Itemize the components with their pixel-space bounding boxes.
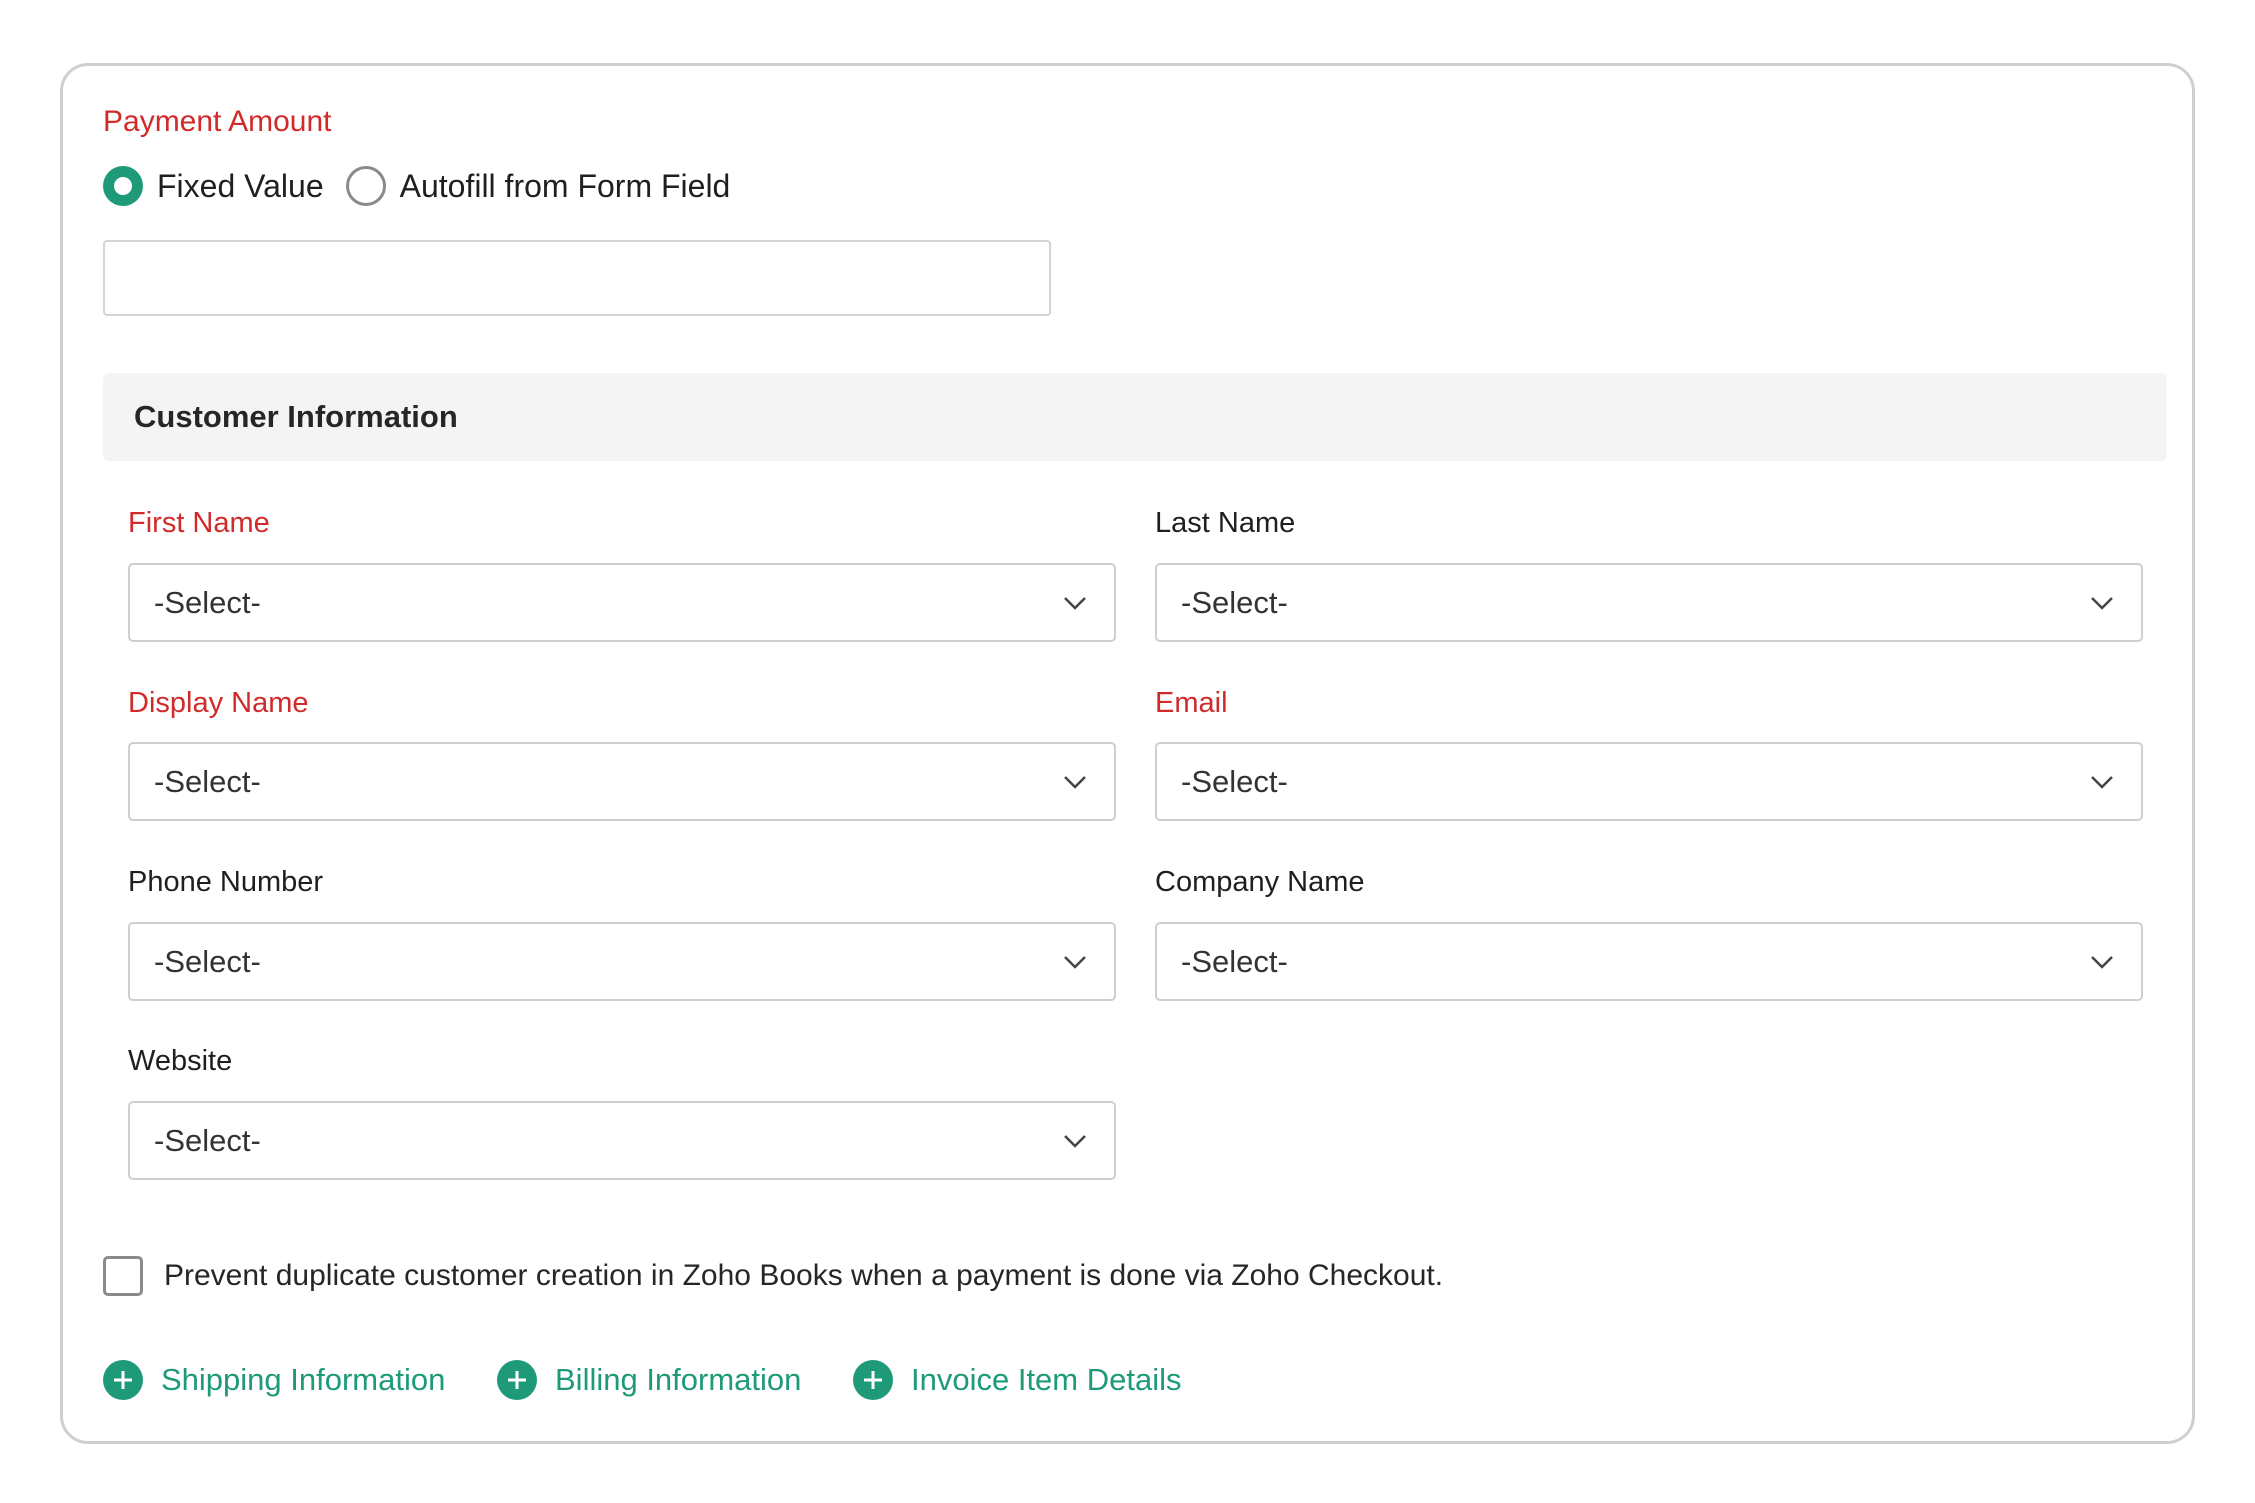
phone-number-select-value: -Select-	[154, 943, 261, 979]
chevron-down-icon	[2091, 775, 2113, 789]
company-name-select[interactable]: -Select-	[1155, 922, 2143, 1001]
add-billing-information-link[interactable]: Billing Information	[497, 1360, 801, 1400]
plus-circle-icon	[497, 1360, 537, 1400]
phone-number-select[interactable]: -Select-	[128, 922, 1116, 1001]
company-name-select-value: -Select-	[1181, 943, 1288, 979]
website-select-value: -Select-	[154, 1122, 261, 1158]
fixed-value-radio[interactable]	[103, 166, 143, 206]
chevron-down-icon	[2091, 955, 2113, 969]
first-name-label: First Name	[128, 507, 270, 539]
display-name-select[interactable]: -Select-	[128, 742, 1116, 821]
payment-amount-input[interactable]	[103, 240, 1051, 316]
fixed-value-label: Fixed Value	[157, 167, 324, 204]
email-select-value: -Select-	[1181, 763, 1288, 799]
last-name-select[interactable]: -Select-	[1155, 563, 2143, 642]
plus-circle-icon	[103, 1360, 143, 1400]
plus-circle-icon	[853, 1360, 893, 1400]
autofill-label: Autofill from Form Field	[399, 167, 731, 204]
payment-type-radio-group: Fixed Value Autofill from Form Field	[103, 161, 752, 211]
display-name-label: Display Name	[128, 687, 309, 719]
customer-information-header: Customer Information	[103, 373, 2167, 461]
fixed-value-option[interactable]: Fixed Value	[103, 166, 324, 206]
autofill-radio[interactable]	[345, 166, 386, 206]
last-name-select-value: -Select-	[1181, 584, 1288, 620]
email-select[interactable]: -Select-	[1155, 742, 2143, 821]
chevron-down-icon	[1064, 1134, 1086, 1148]
section-title: Customer Information	[134, 399, 458, 434]
add-invoice-item-details-link[interactable]: Invoice Item Details	[853, 1360, 1182, 1400]
billing-information-label: Billing Information	[555, 1362, 802, 1397]
prevent-duplicate-label: Prevent duplicate customer creation in Z…	[164, 1259, 1444, 1292]
add-shipping-information-link[interactable]: Shipping Information	[103, 1360, 445, 1400]
chevron-down-icon	[1064, 955, 1086, 969]
invoice-item-details-label: Invoice Item Details	[911, 1362, 1182, 1397]
payment-amount-label: Payment Amount	[103, 105, 332, 138]
prevent-duplicate-checkbox[interactable]	[103, 1256, 143, 1296]
chevron-down-icon	[1064, 775, 1086, 789]
display-name-select-value: -Select-	[154, 763, 261, 799]
chevron-down-icon	[2091, 596, 2113, 610]
chevron-down-icon	[1064, 596, 1086, 610]
website-label: Website	[128, 1045, 233, 1077]
last-name-label: Last Name	[1155, 507, 1296, 539]
email-label: Email	[1155, 687, 1228, 719]
payment-settings-card: Payment Amount Fixed Value Autofill from…	[60, 63, 2195, 1444]
website-select[interactable]: -Select-	[128, 1101, 1116, 1180]
company-name-label: Company Name	[1155, 866, 1365, 898]
shipping-information-label: Shipping Information	[161, 1362, 446, 1397]
phone-number-label: Phone Number	[128, 866, 324, 898]
first-name-select-value: -Select-	[154, 584, 261, 620]
first-name-select[interactable]: -Select-	[128, 563, 1116, 642]
autofill-option[interactable]: Autofill from Form Field	[345, 166, 731, 206]
